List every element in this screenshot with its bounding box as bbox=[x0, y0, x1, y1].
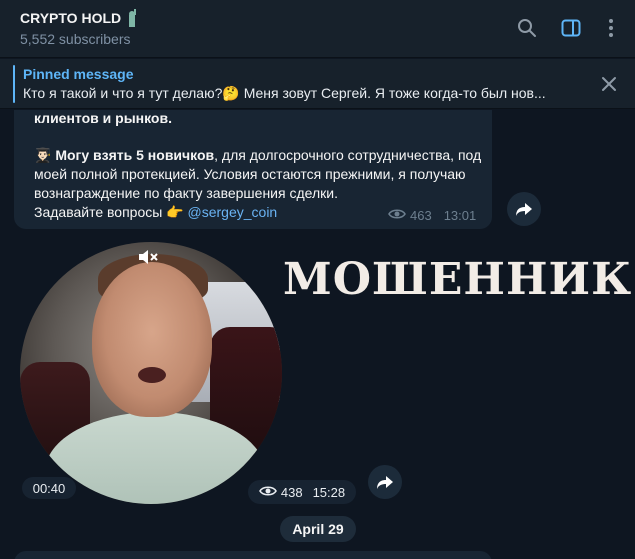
date-separator: April 29 bbox=[280, 516, 356, 542]
message-time: 13:01 bbox=[443, 208, 477, 223]
video-duration: 00:40 bbox=[22, 477, 76, 499]
message-text-line: клиентов и рынков. bbox=[34, 110, 172, 126]
student-emoji-icon: 👨🏻‍🎓 bbox=[34, 147, 52, 163]
muted-speaker-icon[interactable] bbox=[138, 248, 160, 271]
video-time: 15:28 bbox=[312, 484, 346, 500]
search-icon[interactable] bbox=[516, 17, 538, 39]
mention-link[interactable]: @sergey_coin bbox=[188, 204, 278, 220]
chat-header: CRYPTO HOLD 5,552 subscribers bbox=[0, 0, 635, 58]
pinned-label: Pinned message bbox=[23, 66, 134, 82]
view-count: 463 bbox=[410, 208, 432, 223]
pinned-message[interactable]: Pinned message Кто я такой и что я тут д… bbox=[0, 59, 635, 109]
channel-title[interactable]: CRYPTO HOLD bbox=[20, 8, 139, 27]
video-forward-button[interactable] bbox=[368, 465, 402, 499]
round-video[interactable] bbox=[20, 242, 282, 504]
video-view-count: 438 bbox=[280, 484, 303, 500]
video-meta: 438 15:28 bbox=[248, 480, 356, 504]
views-icon bbox=[388, 208, 406, 223]
sidebar-toggle-icon[interactable] bbox=[560, 17, 582, 39]
message-bubble[interactable]: клиентов и рынков. 👨🏻‍🎓 Могу взять 5 нов… bbox=[14, 110, 492, 229]
overlay-caption: МОШЕННИК bbox=[283, 254, 633, 305]
next-message-bubble[interactable] bbox=[14, 551, 492, 559]
message-meta: 463 13:01 bbox=[388, 208, 476, 223]
statue-of-liberty-icon bbox=[125, 8, 139, 27]
message-question: Задавайте вопросы 👉 bbox=[34, 204, 188, 220]
message-bold-text: Могу взять 5 новичков bbox=[55, 147, 215, 163]
subscriber-count: 5,552 subscribers bbox=[20, 31, 131, 47]
channel-title-text: CRYPTO HOLD bbox=[20, 10, 122, 26]
forward-icon bbox=[516, 203, 532, 216]
forward-button[interactable] bbox=[507, 192, 541, 226]
pinned-text: Кто я такой и что я тут делаю?🤔 Меня зов… bbox=[23, 85, 546, 101]
forward-icon bbox=[377, 476, 393, 489]
close-pinned-icon[interactable] bbox=[598, 73, 620, 95]
pinned-indicator bbox=[13, 65, 15, 103]
more-vert-icon[interactable] bbox=[600, 17, 622, 39]
views-icon bbox=[258, 485, 277, 500]
